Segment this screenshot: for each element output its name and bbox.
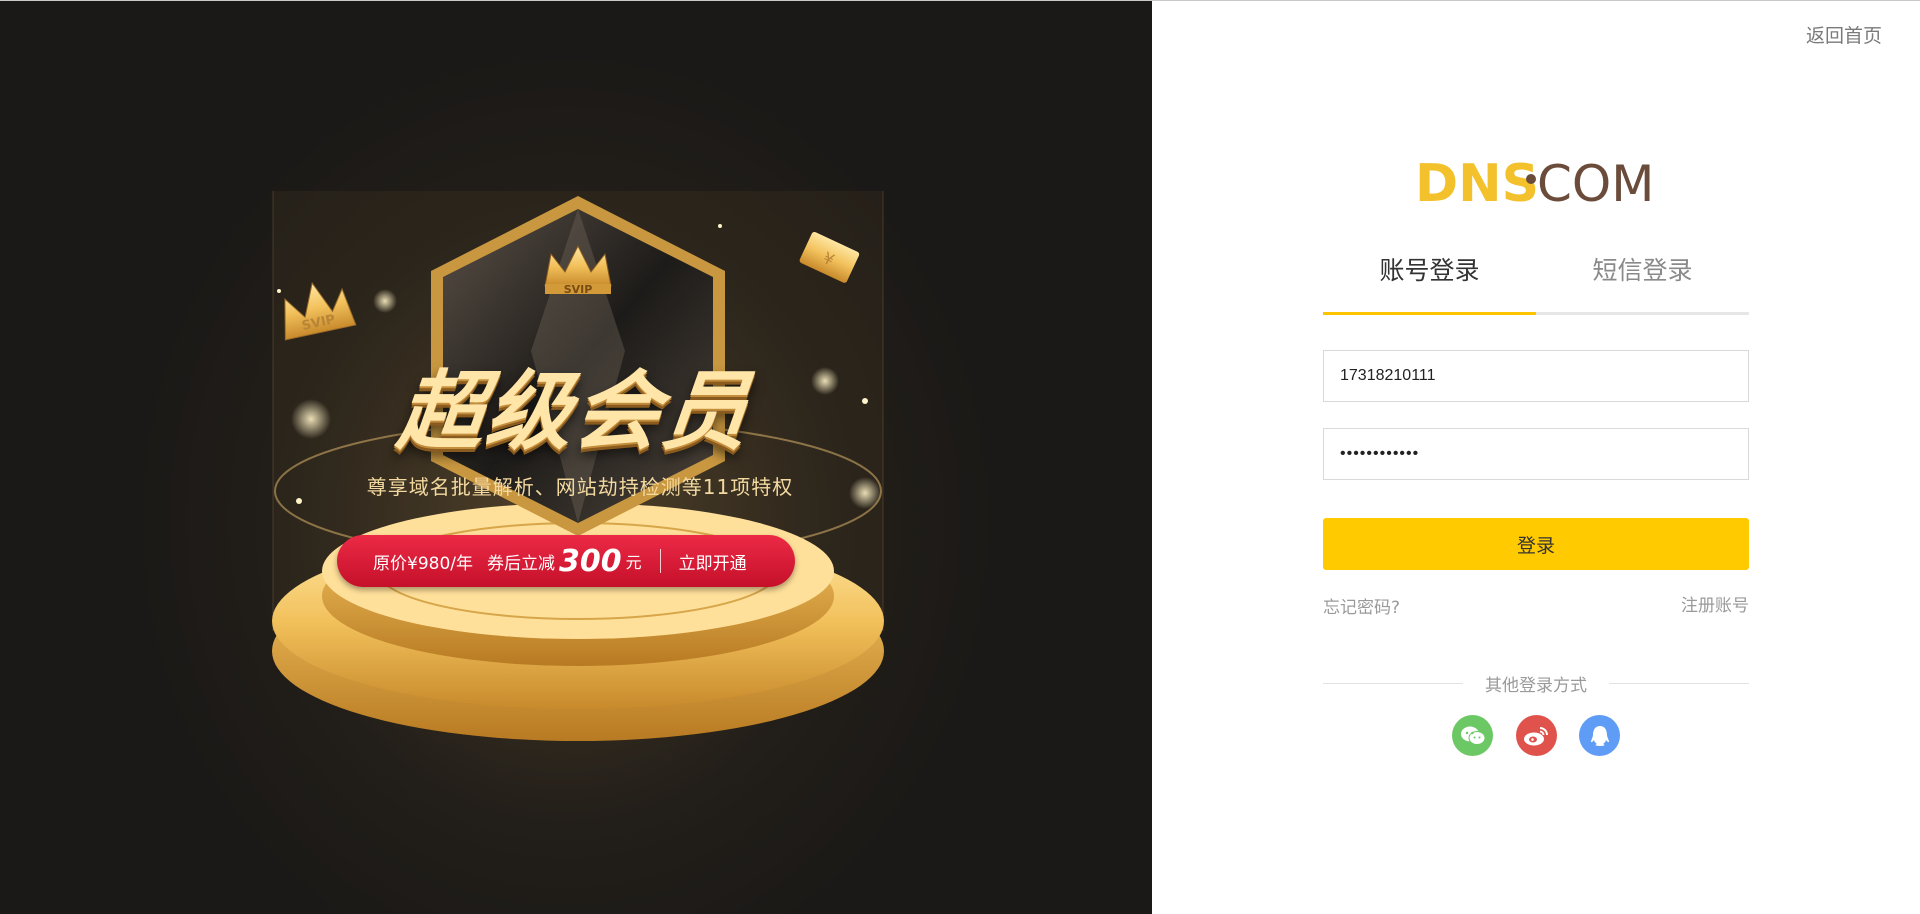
forgot-password-link[interactable]: 忘记密码? (1323, 593, 1400, 618)
promo-subtitle: 尊享域名批量解析、网站劫持检测等11项特权 (366, 475, 794, 499)
original-price: 原价¥980/年 (373, 553, 473, 574)
login-button[interactable]: 登录 (1323, 518, 1749, 570)
svg-text:SVIP: SVIP (564, 283, 593, 296)
weibo-login-button[interactable] (1515, 715, 1557, 756)
wechat-login-button[interactable] (1452, 715, 1493, 756)
divider-line-left (1323, 683, 1463, 684)
login-panel: 返回首页 DNS COM 账号登录 短信登录 登录 忘记密码? 注册账号 其他登… (1152, 1, 1920, 914)
social-login-row (1452, 715, 1620, 757)
svg-text:COM: COM (1537, 155, 1654, 211)
qq-icon (1590, 725, 1609, 746)
other-login-divider: 其他登录方式 (1323, 671, 1749, 696)
promo-title: 超级会员 (392, 362, 756, 462)
open-now-label: 立即开通 (678, 553, 747, 574)
qq-login-button[interactable] (1579, 715, 1620, 756)
back-home-link[interactable]: 返回首页 (1806, 21, 1882, 48)
password-input[interactable] (1323, 428, 1749, 480)
activate-svip-button[interactable]: 原价¥980/年 券后立减 300 元 立即开通 (337, 535, 795, 587)
coupon-label: 券后立减 (487, 553, 555, 574)
wechat-icon (1460, 726, 1485, 745)
coupon-unit: 元 (625, 553, 642, 572)
register-account-link[interactable]: 注册账号 (1681, 591, 1749, 616)
tab-account-login[interactable]: 账号登录 (1323, 241, 1536, 315)
weibo-icon (1524, 726, 1548, 745)
cta-divider (659, 549, 661, 573)
svg-text:DNS: DNS (1415, 154, 1539, 211)
coupon-amount: 300 (559, 543, 622, 579)
promo-panel: SVIP SVIP ¥ 超级会员 尊享域名批量解析、网站劫持检测等11项特权 原… (0, 1, 1152, 914)
svip-banner[interactable]: SVIP SVIP ¥ 超级会员 尊享域名批量解析、网站劫持检测等11项特权 原… (265, 151, 895, 771)
other-login-label: 其他登录方式 (1485, 676, 1587, 696)
login-page: SVIP SVIP ¥ 超级会员 尊享域名批量解析、网站劫持检测等11项特权 原… (0, 0, 1920, 914)
login-tabs: 账号登录 短信登录 (1323, 241, 1749, 315)
tab-sms-login[interactable]: 短信登录 (1536, 241, 1749, 312)
divider-line-right (1609, 683, 1749, 684)
account-input[interactable] (1323, 350, 1749, 402)
dns-com-logo: DNS COM (1415, 154, 1654, 211)
